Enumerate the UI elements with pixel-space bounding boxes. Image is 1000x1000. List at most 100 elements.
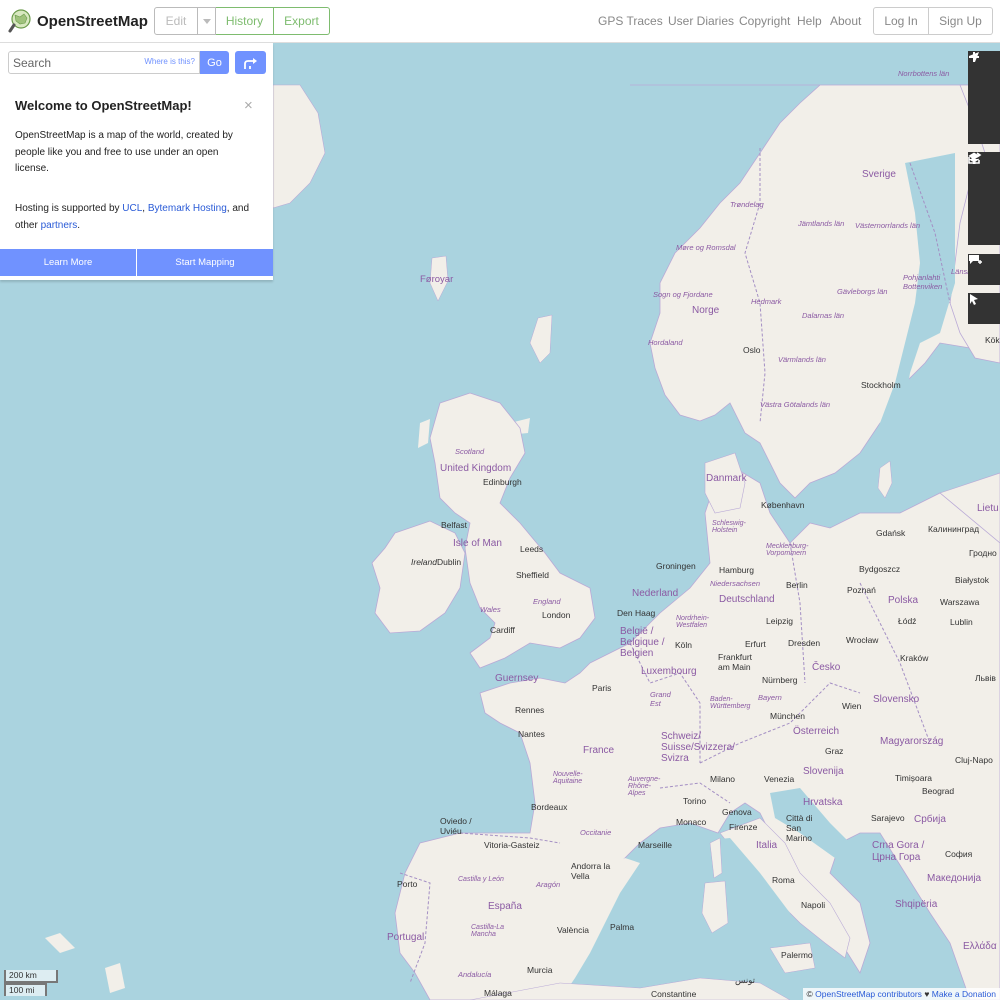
map-label: Italia — [756, 840, 778, 851]
map-label: Constantine — [651, 989, 697, 999]
learn-more-button[interactable]: Learn More — [0, 249, 136, 276]
history-button[interactable]: History — [216, 7, 274, 35]
map-label: Wales — [480, 605, 501, 614]
map-label: Isle of Man — [453, 538, 502, 549]
locate-button[interactable] — [968, 52, 1000, 144]
map-label: София — [945, 849, 973, 859]
map-label: Erfurt — [745, 639, 766, 649]
start-mapping-button[interactable]: Start Mapping — [137, 249, 273, 276]
map-label: Västra Götalands län — [760, 400, 831, 409]
nav-help[interactable]: Help — [797, 14, 822, 28]
map-label: Białystok — [955, 575, 990, 585]
nav-copyright[interactable]: Copyright — [739, 14, 790, 28]
map-label: Vitoria-Gasteiz — [484, 840, 540, 850]
query-features-button[interactable] — [968, 293, 1000, 324]
map-label: Ireland — [411, 557, 437, 567]
copyright-symbol: © — [806, 989, 813, 999]
export-button[interactable]: Export — [274, 7, 330, 35]
map-label: Värmlands län — [778, 355, 826, 364]
map-label: Monaco — [676, 817, 707, 827]
map-label: Łódź — [898, 616, 917, 626]
nav-user-diaries[interactable]: User Diaries — [668, 14, 734, 28]
map-label: Česko — [812, 662, 841, 673]
map-label: Schweiz/ Suisse/Svizzera/ Svizra — [661, 731, 735, 764]
map-label: Kraków — [900, 653, 929, 663]
map-label: Palma — [610, 922, 635, 932]
edit-button-group: Edit History Export — [154, 7, 330, 35]
map-label: Trøndelag — [730, 200, 764, 209]
map-label: Mecklenburg-Vorpommern — [766, 543, 809, 557]
map-label: Den Haag — [617, 608, 656, 618]
where-is-this-link[interactable]: Where is this? — [144, 57, 195, 66]
map-label: Firenze — [729, 822, 758, 832]
map-label: Palermo — [781, 950, 813, 960]
search-input[interactable] — [9, 52, 144, 73]
map-label: Cardiff — [490, 625, 515, 635]
map-label: Warszawa — [940, 597, 980, 607]
search-go-button[interactable]: Go — [200, 51, 229, 74]
map-label: Castilla-La Mancha — [471, 924, 505, 938]
map-label: Lietu — [977, 503, 999, 514]
map-label: Slovensko — [873, 694, 920, 705]
osm-contributors-link[interactable]: OpenStreetMap contributors — [815, 989, 922, 999]
map-label: Graz — [825, 746, 844, 756]
zoom-out-button[interactable] — [968, 56, 1000, 113]
map-label: Danmark — [706, 473, 747, 484]
map-label: Groningen — [656, 561, 696, 571]
login-button[interactable]: Log In — [873, 7, 929, 35]
map-key-button[interactable] — [968, 153, 1000, 214]
map-label: Bayern — [758, 693, 782, 702]
map-label: Paris — [592, 683, 612, 693]
map-label: Wrocław — [846, 635, 879, 645]
add-note-button[interactable] — [968, 254, 1000, 285]
edit-dropdown-button[interactable] — [198, 7, 216, 35]
map-label: Niedersachsen — [710, 579, 761, 588]
map-label: Timișoara — [895, 773, 932, 783]
brand-name: OpenStreetMap — [37, 12, 148, 30]
chevron-down-icon — [202, 18, 211, 24]
map-label: Oslo — [743, 345, 761, 355]
partners-link[interactable]: partners — [41, 220, 78, 231]
donate-link[interactable]: Make a Donation — [932, 989, 996, 999]
map-label: Kök — [985, 335, 1000, 345]
map-label: Møre og Romsdal — [676, 243, 736, 252]
map-label: Città di San Marino — [786, 813, 813, 843]
map-label: München — [770, 711, 805, 721]
map-label: Dublin — [437, 557, 462, 567]
map-label: Shqipëria — [895, 899, 938, 910]
map-label: Hrvatska — [803, 797, 843, 808]
map-label: تونس — [735, 975, 755, 985]
map-label: Porto — [397, 879, 418, 889]
map-label: Hordaland — [648, 338, 683, 347]
map-label: København — [761, 500, 805, 510]
map-label: Portugal — [387, 932, 425, 943]
map-label: Murcia — [527, 965, 553, 975]
ucl-link[interactable]: UCL — [122, 203, 142, 214]
map-label: Andalucía — [458, 970, 492, 979]
nav-about[interactable]: About — [830, 14, 861, 28]
map-label: Gdańsk — [876, 528, 906, 538]
bytemark-link[interactable]: Bytemark Hosting — [148, 203, 227, 214]
map-label: Nürnberg — [762, 675, 798, 685]
map-label: Sarajevo — [871, 813, 905, 823]
map-label: Føroyar — [420, 274, 454, 285]
map-label: España — [488, 901, 522, 912]
edit-button[interactable]: Edit — [154, 7, 198, 35]
map-label: Österreich — [793, 726, 840, 737]
map-label: Stockholm — [861, 380, 901, 390]
close-icon[interactable]: × — [244, 97, 253, 114]
map-zoom-controls — [968, 51, 1000, 144]
share-icon — [968, 152, 982, 164]
directions-button[interactable] — [235, 51, 266, 74]
signup-button[interactable]: Sign Up — [929, 7, 993, 35]
map-label: Schleswig-Holstein — [712, 520, 746, 534]
nav-gps-traces[interactable]: GPS Traces — [598, 14, 663, 28]
map-label: Norrbottens län — [898, 69, 950, 78]
search-box: Where is this? — [8, 51, 200, 74]
map-label: Venezia — [764, 774, 795, 784]
share-button[interactable] — [968, 152, 1000, 245]
map-label: Македонија — [927, 873, 982, 884]
directions-icon — [243, 57, 257, 69]
logo-link[interactable]: OpenStreetMap — [8, 9, 148, 33]
auth-button-group: Log In Sign Up — [873, 7, 993, 35]
